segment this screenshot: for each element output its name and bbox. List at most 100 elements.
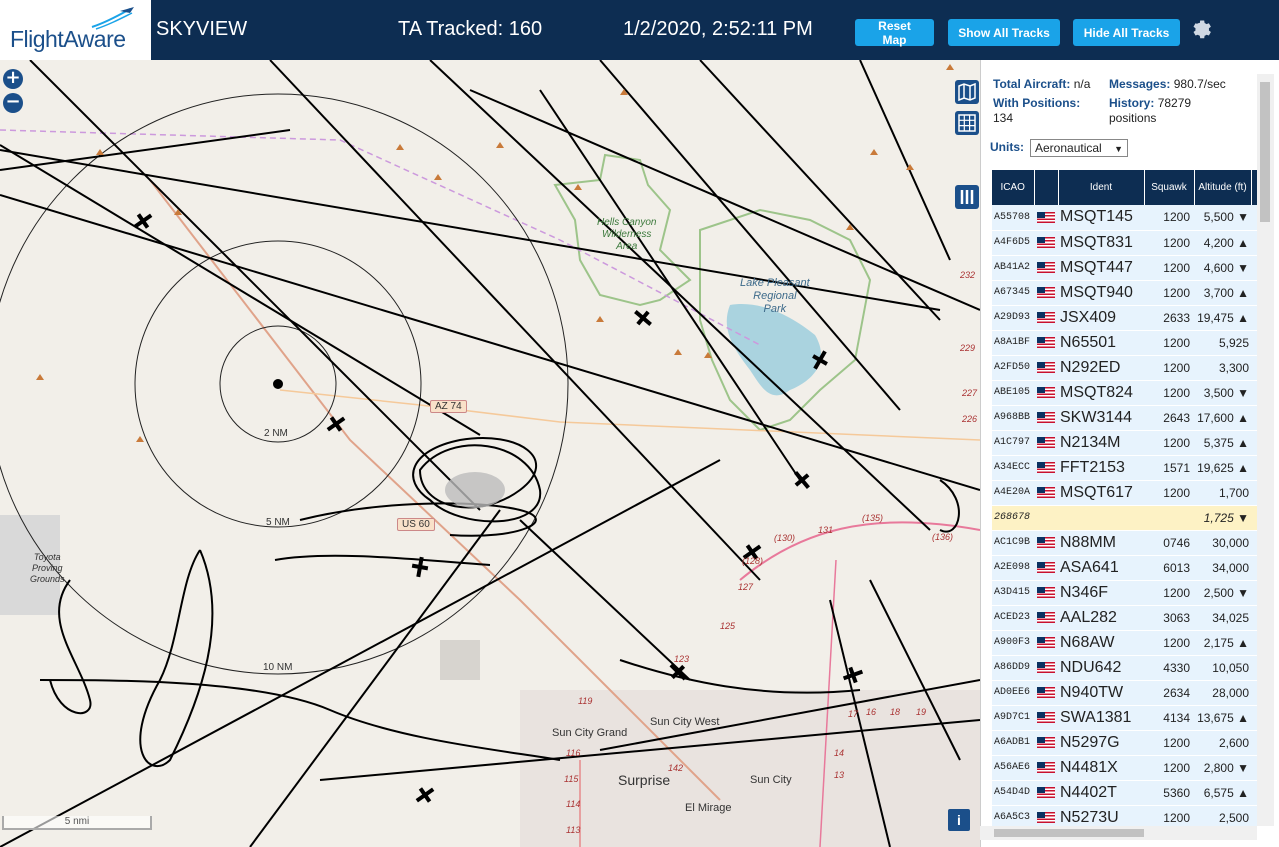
aircraft-icao: A3D415 (992, 580, 1034, 606)
column-header-icao[interactable]: ICAO (992, 170, 1035, 205)
aircraft-icao: A6ADB1 (992, 730, 1034, 756)
aircraft-ident: MSQT617 (1058, 480, 1144, 506)
aircraft-altitude: 3,300 (1194, 355, 1251, 381)
aircraft-ident: N65501 (1058, 330, 1144, 356)
vertical-scrollbar-thumb[interactable] (1260, 82, 1270, 222)
aircraft-icao: ABE105 (992, 380, 1034, 406)
map-canvas[interactable]: 2 NM 5 NM 10 NM Hells Canyon Wilderness … (0, 60, 980, 847)
zoom-in-button[interactable]: + (3, 69, 23, 89)
table-row[interactable]: AC1C9B N88MM 0746 30,000 (992, 530, 1260, 556)
aircraft-squawk: 3063 (1144, 605, 1194, 631)
column-header-ident[interactable]: Ident (1058, 170, 1145, 205)
logo-flight: Flight (10, 26, 64, 52)
aircraft-squawk: 5360 (1144, 780, 1194, 806)
aircraft-altitude: 3,500 ▼ (1194, 380, 1251, 406)
aircraft-ident: N292ED (1058, 355, 1144, 381)
aircraft-squawk: 2633 (1144, 305, 1194, 331)
aircraft-table: ICAO Ident Squawk Altitude (ft) A55708 MS… (992, 170, 1260, 826)
aircraft-icao: A55708 (992, 205, 1034, 231)
info-icon[interactable]: i (948, 809, 970, 831)
sidebar: Total Aircraft: n/a Messages: 980.7/sec … (980, 60, 1279, 847)
table-row[interactable]: A968BB SKW3144 2643 17,600 ▲ (992, 405, 1260, 431)
table-row[interactable]: A6ADB1 N5297G 1200 2,600 (992, 730, 1260, 756)
aircraft-ident: NDU642 (1058, 655, 1144, 681)
column-header-flag[interactable] (1034, 170, 1059, 205)
gear-icon[interactable] (1190, 17, 1214, 41)
road-number: 125 (720, 621, 736, 631)
table-row[interactable]: A56AE6 N4481X 1200 2,800 ▼ (992, 755, 1260, 781)
place-label-sun-city-west: Sun City West (650, 716, 720, 728)
reset-map-button[interactable]: Reset Map (855, 19, 934, 47)
table-row[interactable]: A900F3 N68AW 1200 2,175 ▲ (992, 630, 1260, 656)
us-flag-icon (1037, 262, 1055, 274)
grid-button[interactable] (955, 111, 979, 135)
table-row[interactable]: A1C797 N2134M 1200 5,375 ▲ (992, 430, 1260, 456)
table-row[interactable]: A2FD50 N292ED 1200 3,300 (992, 355, 1260, 381)
aircraft-ident (1058, 505, 1144, 531)
us-flag-icon (1037, 587, 1055, 599)
table-row[interactable]: A8A1BF N65501 1200 5,925 (992, 330, 1260, 356)
units-select[interactable]: Aeronautical (1030, 139, 1128, 157)
us-flag-icon (1037, 237, 1055, 249)
aircraft-ident: N68AW (1058, 630, 1144, 656)
aircraft-altitude: 10,050 (1194, 655, 1251, 681)
table-row[interactable]: ABE105 MSQT824 1200 3,500 ▼ (992, 380, 1260, 406)
columns-button[interactable] (955, 185, 979, 209)
horizontal-scrollbar-thumb[interactable] (994, 829, 1144, 837)
flag-cell (1034, 805, 1058, 826)
table-row[interactable]: A86DD9 NDU642 4330 10,050 (992, 655, 1260, 681)
place-label-surprise: Surprise (618, 772, 671, 788)
table-row[interactable]: 268678 1,725 ▼ (992, 505, 1260, 531)
flightaware-logo[interactable]: FlightAware (0, 0, 151, 60)
table-row[interactable]: A4F6D5 MSQT831 1200 4,200 ▲ (992, 230, 1260, 256)
messages-value: 980.7/sec (1173, 77, 1226, 91)
map-layers-button[interactable] (955, 80, 979, 104)
table-row[interactable]: A29D93 JSX409 2633 19,475 ▲ (992, 305, 1260, 331)
flag-cell (1034, 355, 1058, 381)
aircraft-squawk: 1200 (1144, 205, 1194, 231)
table-row[interactable]: ACED23 AAL282 3063 34,025 (992, 605, 1260, 631)
us-flag-icon (1037, 337, 1055, 349)
aircraft-altitude: 3,700 ▲ (1194, 280, 1251, 306)
flag-cell (1034, 630, 1058, 656)
us-flag-icon (1037, 287, 1055, 299)
table-row[interactable]: AD0EE6 N940TW 2634 28,000 (992, 680, 1260, 706)
table-row[interactable]: A4E20A MSQT617 1200 1,700 (992, 480, 1260, 506)
table-row[interactable]: A9D7C1 SWA1381 4134 13,675 ▲ (992, 705, 1260, 731)
table-row[interactable]: A54D4D N4402T 5360 6,575 ▲ (992, 780, 1260, 806)
us-flag-icon (1037, 211, 1055, 223)
aircraft-ident: JSX409 (1058, 305, 1144, 331)
us-flag-icon (1037, 487, 1055, 499)
us-flag-icon (1037, 662, 1055, 674)
horizontal-scrollbar[interactable] (980, 826, 1257, 840)
place-label-toyota: Toyota Proving Grounds (30, 552, 65, 584)
show-all-tracks-button[interactable]: Show All Tracks (948, 19, 1060, 46)
table-row[interactable]: A55708 MSQT145 1200 5,500 ▼ (992, 205, 1260, 231)
road-number: (128) (742, 556, 764, 566)
aircraft-table-wrap[interactable]: ICAO Ident Squawk Altitude (ft) A55708 MS… (992, 170, 1260, 826)
road-number: (136) (932, 532, 954, 542)
table-row[interactable]: A67345 MSQT940 1200 3,700 ▲ (992, 280, 1260, 306)
us-flag-icon (1037, 612, 1055, 624)
column-header-altitude[interactable]: Altitude (ft) (1194, 170, 1252, 205)
road-number: 232 (960, 270, 976, 280)
table-row[interactable]: A3D415 N346F 1200 2,500 ▼ (992, 580, 1260, 606)
aircraft-icao: A67345 (992, 280, 1034, 306)
table-row[interactable]: AB41A2 MSQT447 1200 4,600 ▼ (992, 255, 1260, 281)
hide-all-tracks-button[interactable]: Hide All Tracks (1073, 19, 1180, 46)
aircraft-altitude: 2,175 ▲ (1194, 630, 1251, 656)
zoom-out-button[interactable]: − (3, 93, 23, 113)
column-header-squawk[interactable]: Squawk (1144, 170, 1195, 205)
vertical-scrollbar[interactable] (1257, 74, 1274, 826)
flag-cell (1034, 280, 1058, 306)
table-row[interactable]: A6A5C3 N5273U 1200 2,500 (992, 805, 1260, 826)
aircraft-ident: N5273U (1058, 805, 1144, 826)
road-number: (135) (862, 513, 884, 523)
table-row[interactable]: A2E098 ASA641 6013 34,000 (992, 555, 1260, 581)
us-flag-icon (1037, 812, 1055, 824)
table-row[interactable]: A34ECC FFT2153 1571 19,625 ▲ (992, 455, 1260, 481)
range-ring-label: 10 NM (263, 662, 293, 673)
aircraft-squawk: 4330 (1144, 655, 1194, 681)
history-unit: positions (1109, 111, 1157, 125)
flag-cell (1034, 380, 1058, 406)
